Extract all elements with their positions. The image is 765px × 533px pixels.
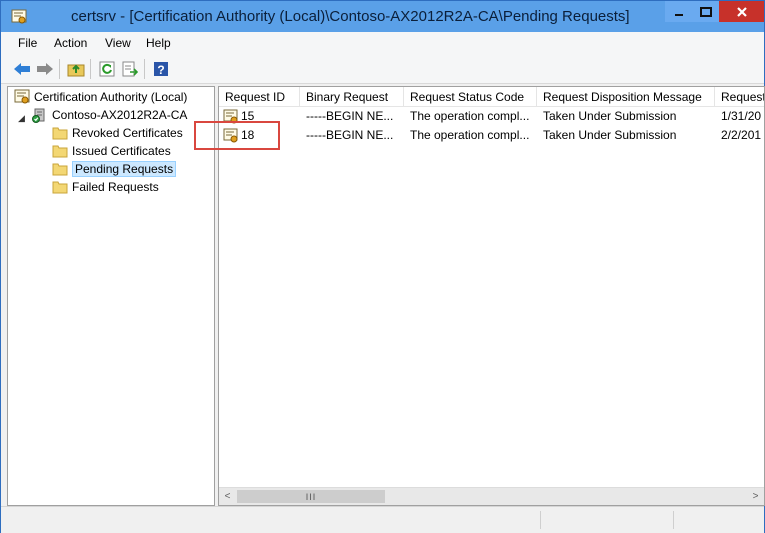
- mmc-window: certsrv - [Certification Authority (Loca…: [0, 0, 765, 533]
- minimize-icon: [674, 13, 683, 16]
- tree-label: Failed Requests: [72, 180, 159, 194]
- cell-request-date: 2/2/201: [721, 128, 762, 142]
- back-button[interactable]: [12, 59, 32, 79]
- title-bar[interactable]: certsrv - [Certification Authority (Loca…: [1, 1, 764, 32]
- scrollbar-thumb[interactable]: III: [237, 490, 385, 503]
- certsrv-app-icon: [11, 9, 27, 25]
- certificate-authority-icon: [14, 89, 30, 105]
- tree-label: Certification Authority (Local): [34, 90, 188, 104]
- request-pending-icon: [223, 126, 239, 144]
- expand-arrow-icon[interactable]: ◢: [18, 113, 25, 124]
- folder-icon: [52, 125, 68, 141]
- column-header-binary-request[interactable]: Binary Request: [300, 87, 404, 107]
- cell-status-code: The operation compl...: [410, 128, 530, 142]
- menu-file[interactable]: File: [18, 36, 37, 50]
- console-tree: Certification Authority (Local) ◢ Contos…: [7, 86, 215, 506]
- tree-label: Pending Requests: [72, 161, 177, 177]
- help-icon: ?: [154, 62, 168, 77]
- forward-arrow-icon: [37, 63, 53, 75]
- export-list-icon: [122, 61, 138, 77]
- ca-server-icon: [32, 107, 48, 123]
- cell-binary-request: -----BEGIN NE...: [306, 109, 394, 123]
- column-header-request-id[interactable]: Request ID: [219, 87, 300, 107]
- request-pending-icon: [223, 107, 239, 125]
- menu-bar: File Action View Help: [1, 32, 764, 55]
- menu-view[interactable]: View: [105, 36, 131, 50]
- column-header-request-disposition-message[interactable]: Request Disposition Message: [537, 87, 715, 107]
- cell-disposition-message: Taken Under Submission: [543, 109, 677, 123]
- cell-binary-request: -----BEGIN NE...: [306, 128, 394, 142]
- close-button[interactable]: [719, 1, 764, 22]
- folder-icon: [52, 161, 68, 177]
- tree-item-root[interactable]: Certification Authority (Local): [14, 88, 187, 106]
- results-list: Request ID Binary Request Request Status…: [218, 86, 765, 506]
- tree-item-pending-requests[interactable]: Pending Requests: [52, 160, 177, 178]
- svg-text:?: ?: [157, 63, 164, 77]
- tree-item-failed-requests[interactable]: Failed Requests: [52, 178, 159, 196]
- tree-item-ca[interactable]: Contoso-AX2012R2A-CA: [32, 106, 187, 124]
- help-button[interactable]: ?: [151, 59, 171, 79]
- back-arrow-icon: [14, 63, 30, 75]
- status-segment: [673, 511, 674, 529]
- tree-label: Contoso-AX2012R2A-CA: [52, 108, 188, 122]
- toolbar-separator: [144, 59, 145, 79]
- minimize-button[interactable]: [665, 1, 692, 22]
- close-icon: [736, 6, 747, 17]
- menu-action[interactable]: Action: [54, 36, 87, 50]
- scroll-left-arrow-icon[interactable]: <: [219, 488, 236, 505]
- forward-button[interactable]: [35, 59, 55, 79]
- menu-help[interactable]: Help: [146, 36, 171, 50]
- refresh-button[interactable]: [97, 59, 117, 79]
- cell-status-code: The operation compl...: [410, 109, 530, 123]
- export-list-button[interactable]: [120, 59, 140, 79]
- tree-label: Issued Certificates: [72, 144, 171, 158]
- window-title: certsrv - [Certification Authority (Loca…: [71, 8, 630, 25]
- cell-request-id: 15: [241, 109, 255, 123]
- tree-label: Revoked Certificates: [72, 126, 183, 140]
- cell-disposition-message: Taken Under Submission: [543, 128, 677, 142]
- status-bar: [1, 506, 764, 533]
- scroll-right-arrow-icon[interactable]: >: [747, 488, 764, 505]
- refresh-icon: [99, 61, 115, 77]
- up-folder-icon: [67, 64, 85, 77]
- toolbar: ?: [1, 54, 764, 84]
- column-header-request-status-code[interactable]: Request Status Code: [404, 87, 537, 107]
- folder-icon: [52, 179, 68, 195]
- maximize-button[interactable]: [692, 1, 719, 22]
- status-segment: [540, 511, 541, 529]
- cell-request-date: 1/31/20: [721, 109, 762, 123]
- column-header-request-date[interactable]: Request: [715, 87, 764, 107]
- cell-request-id: 18: [241, 128, 255, 142]
- toolbar-separator: [59, 59, 60, 79]
- maximize-icon: [699, 6, 712, 17]
- tree-item-issued-certificates[interactable]: Issued Certificates: [52, 142, 171, 160]
- horizontal-scrollbar[interactable]: < III >: [219, 487, 764, 505]
- tree-item-revoked-certificates[interactable]: Revoked Certificates: [52, 124, 183, 142]
- toolbar-separator: [90, 59, 91, 79]
- folder-icon: [52, 143, 68, 159]
- up-one-level-button[interactable]: [66, 59, 86, 79]
